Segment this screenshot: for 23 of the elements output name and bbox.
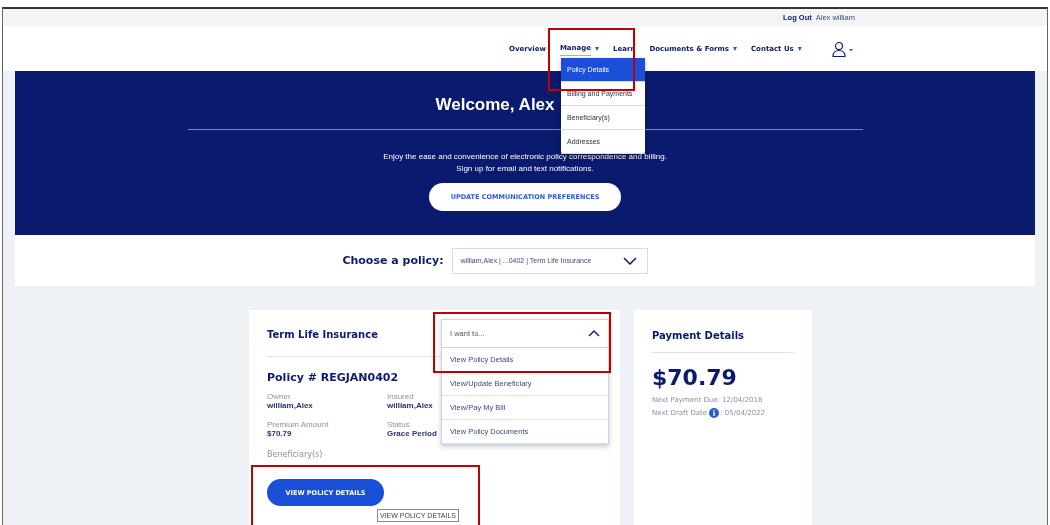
field-value: william,Alex (267, 401, 313, 410)
payment-amount: $70.79 (652, 365, 738, 390)
welcome-heading: Welcome, Alex (435, 95, 555, 115)
card-title: Payment Details (652, 330, 746, 341)
field-label: Owner (267, 392, 291, 401)
field-label: Insured (387, 392, 414, 401)
intro-text: Enjoy the ease and convenience of electronic policy correspondence and billing. Sign up for email and text notifications. (383, 151, 667, 175)
user-icon[interactable] (831, 40, 854, 57)
chevron-down-icon (622, 256, 637, 265)
info-icon[interactable] (709, 408, 720, 418)
field-label: Beneficiary(s) (267, 450, 323, 459)
card-title: Term Life Insurance (267, 328, 378, 340)
choose-policy-label: Choose a policy: (342, 254, 444, 267)
policy-number: Policy # REGJAN0402 (267, 371, 400, 384)
field-label: Status (387, 420, 410, 429)
field-value: $70.79 (267, 429, 292, 438)
caret-icon: ▾ (732, 44, 737, 53)
caret-icon: ▾ (595, 44, 600, 53)
field-value: william,Alex (387, 401, 433, 410)
caret-icon: ▾ (797, 44, 802, 53)
field-label: Premium Amount (267, 420, 329, 429)
field-value: Grace Period (387, 429, 437, 438)
chevron-icon (588, 330, 600, 337)
